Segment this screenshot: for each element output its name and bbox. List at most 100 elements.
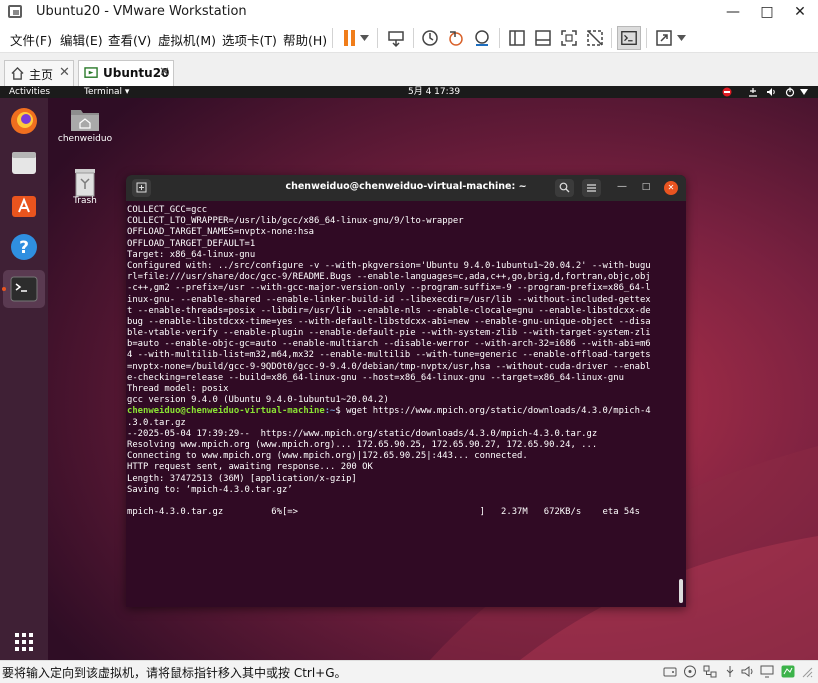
terminal-output[interactable]: COLLECT_GCC=gcc COLLECT_LTO_WRAPPER=/usr/…	[127, 205, 679, 605]
terminal-scrollbar[interactable]	[679, 579, 683, 603]
power-icon[interactable]	[785, 87, 795, 97]
minimize-button[interactable]: —	[723, 2, 743, 22]
toolbar-separator	[499, 28, 500, 48]
trash-icon[interactable]	[73, 167, 97, 197]
tab-home-label: 主页	[29, 68, 54, 82]
vm-display[interactable]: Activities Terminal ▾ 5月 4 17:39 ? chenw…	[0, 86, 818, 660]
thumbnail-view-icon[interactable]	[533, 28, 553, 48]
home-icon	[11, 67, 24, 80]
tab-bar: 主页 ✕ Ubuntu20 ✕	[0, 52, 818, 87]
prompt-user: chenweiduo@chenweiduo-virtual-machine	[127, 406, 325, 417]
terminal-minimize-button[interactable]: —	[616, 181, 628, 193]
files-icon[interactable]	[9, 148, 39, 178]
gnome-top-bar: Activities Terminal ▾ 5月 4 17:39	[0, 86, 818, 98]
show-applications-icon[interactable]	[14, 632, 34, 652]
toolbar-separator	[646, 28, 647, 48]
menu-file[interactable]: 文件(F)	[10, 30, 52, 49]
terminal-line: --2025-05-04 17:39:29-- https://www.mpic…	[127, 428, 598, 439]
tab-home[interactable]: 主页 ✕	[4, 60, 74, 86]
menu-tabs[interactable]: 选项卡(T)	[222, 30, 277, 49]
toolbar-separator	[413, 28, 414, 48]
desktop-trash-label: Trash	[73, 196, 97, 206]
firefox-icon[interactable]	[9, 106, 39, 136]
svg-text:?: ?	[19, 238, 29, 258]
library-view-icon[interactable]	[507, 28, 527, 48]
terminal-line: mpich-4.3.0.tar.gz 6%[=> ] 2.37M 672KB/s…	[127, 507, 640, 518]
terminal-line: bug --enable-libstdcxx-time=yes --with-d…	[127, 316, 651, 327]
desktop-home-label: chenweiduo	[57, 134, 113, 144]
toolbar-separator	[377, 28, 378, 48]
ubuntu-dock: ?	[0, 98, 48, 660]
terminal-line: Connecting to www.mpich.org (www.mpich.o…	[127, 451, 528, 462]
terminal-line: HTTP request sent, awaiting response... …	[127, 462, 373, 473]
menu-vm[interactable]: 虚拟机(M)	[158, 30, 216, 49]
terminal-line: =nvptx-none=/build/gcc-9-9QDOt0/gcc-9-9.…	[127, 361, 651, 372]
prompt-path: :~	[324, 406, 336, 417]
terminal-maximize-button[interactable]: □	[640, 181, 652, 193]
resize-grip-icon[interactable]	[800, 665, 814, 678]
toolbar-separator	[611, 28, 612, 48]
clock[interactable]: 5月 4 17:39	[408, 86, 460, 98]
terminal-app-menu[interactable]: Terminal ▾	[84, 86, 129, 98]
cd-dvd-icon[interactable]	[683, 665, 697, 678]
window-title: Ubuntu20 - VMware Workstation	[36, 4, 247, 19]
hamburger-menu-button[interactable]	[582, 179, 601, 197]
chevron-down-icon[interactable]	[677, 35, 686, 41]
maximize-button[interactable]: □	[757, 2, 777, 22]
terminal-line: Length: 37472513 (36M) [application/x-gz…	[127, 473, 357, 484]
tab-ubuntu20[interactable]: Ubuntu20 ✕	[78, 60, 174, 86]
menu-edit[interactable]: 编辑(E)	[60, 30, 103, 49]
terminal-line: Configured with: ../src/configure -v --w…	[127, 260, 651, 271]
close-button[interactable]: ✕	[790, 2, 810, 22]
revert-snapshot-icon[interactable]	[446, 28, 466, 48]
network-icon[interactable]	[748, 87, 758, 97]
menu-icon	[587, 184, 596, 192]
terminal-title: chenweiduo@chenweiduo-virtual-machine: ~	[285, 181, 527, 192]
terminal-line: COLLECT_GCC=gcc	[127, 205, 208, 215]
toolbar-separator	[332, 28, 333, 48]
menu-help[interactable]: 帮助(H)	[283, 30, 327, 49]
unity-mode-icon[interactable]	[585, 28, 605, 48]
fullscreen-icon[interactable]	[559, 28, 579, 48]
terminal-line: b=auto --enable-objc-gc=auto --enable-mu…	[127, 339, 651, 350]
search-button[interactable]	[555, 179, 574, 197]
sound-card-icon[interactable]	[741, 665, 755, 678]
snapshot-icon[interactable]	[420, 28, 440, 48]
close-icon[interactable]: ✕	[59, 65, 70, 80]
no-entry-icon[interactable]	[722, 87, 732, 97]
search-icon	[559, 182, 570, 193]
terminal-line: Thread model: posix	[127, 384, 229, 394]
terminal-line: ble-vtable-verify --enable-plugin --enab…	[127, 328, 651, 339]
chevron-down-icon[interactable]	[360, 35, 369, 41]
software-center-icon[interactable]	[9, 190, 39, 220]
terminal-output-after: .3.0.tar.gz --2025-05-04 17:39:29-- https…	[127, 418, 679, 519]
volume-icon[interactable]	[766, 87, 776, 97]
terminal-line: OFFLOAD_TARGET_DEFAULT=1	[127, 238, 256, 249]
hard-disk-icon[interactable]	[663, 665, 677, 678]
terminal-line: t --enable-threads=posix --libdir=/usr/l…	[127, 305, 651, 316]
terminal-close-button[interactable]: ✕	[664, 181, 678, 195]
terminal-window[interactable]: chenweiduo@chenweiduo-virtual-machine: ~…	[126, 175, 686, 607]
chevron-down-icon[interactable]	[800, 89, 808, 95]
activities-button[interactable]: Activities	[9, 86, 50, 98]
stretch-guest-icon[interactable]	[654, 28, 674, 48]
display-icon[interactable]	[760, 665, 774, 678]
console-view-button[interactable]	[617, 26, 641, 50]
terminal-icon[interactable]	[9, 274, 39, 304]
vm-running-icon[interactable]	[781, 665, 795, 678]
menu-view[interactable]: 查看(V)	[108, 30, 151, 49]
usb-icon[interactable]	[723, 665, 737, 678]
network-adapter-icon[interactable]	[703, 665, 717, 678]
terminal-line: OFFLOAD_TARGET_NAMES=nvptx-none:hsa	[127, 227, 315, 238]
snapshot-manager-icon[interactable]	[472, 28, 492, 48]
close-icon[interactable]: ✕	[159, 65, 170, 80]
home-folder-icon[interactable]	[70, 106, 100, 132]
terminal-header-bar: chenweiduo@chenweiduo-virtual-machine: ~…	[126, 175, 686, 201]
pause-icon[interactable]	[340, 28, 360, 48]
help-icon[interactable]: ?	[9, 232, 39, 262]
terminal-output-before: COLLECT_GCC=gcc COLLECT_LTO_WRAPPER=/usr/…	[127, 205, 679, 406]
send-ctrl-alt-del-icon[interactable]	[386, 28, 406, 48]
terminal-line: 4 --with-multilib-list=m32,m64,mx32 --en…	[127, 350, 651, 361]
terminal-line: e-checking=release --build=x86_64-linux-…	[127, 372, 624, 383]
status-bar: 要将输入定向到该虚拟机，请将鼠标指针移入其中或按 Ctrl+G。	[0, 660, 818, 683]
